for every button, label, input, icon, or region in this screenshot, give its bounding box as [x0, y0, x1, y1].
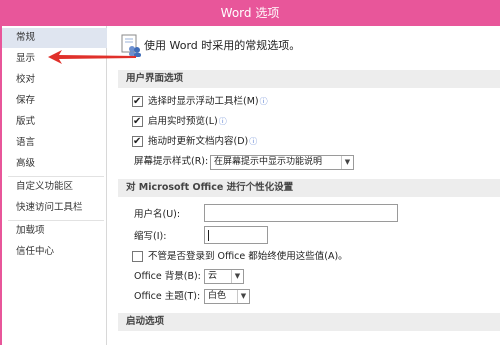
live-preview-label: 启用实时预览(L) — [148, 116, 218, 127]
mini-toolbar-label: 选择时显示浮动工具栏(M) — [148, 96, 259, 107]
live-preview-checkbox[interactable] — [132, 114, 143, 130]
update-on-drag-label: 拖动时更新文档内容(D) — [148, 136, 249, 147]
office-theme-label: Office 主题(T): — [134, 291, 201, 302]
initials-input[interactable] — [204, 226, 268, 244]
mini-toolbar-checkbox[interactable] — [132, 94, 143, 110]
option-office-background: Office 背景(B): — [118, 269, 208, 285]
office-theme-select[interactable]: 白色 ▼ — [204, 289, 250, 304]
title-bar: Word 选项 — [0, 0, 500, 26]
office-theme-value: 白色 — [208, 291, 227, 301]
sidebar-item-customize-ribbon[interactable]: 自定义功能区 — [2, 177, 107, 197]
window-title: Word 选项 — [220, 6, 280, 20]
sidebar: 常规 显示 校对 保存 版式 语言 高级 自定义功能区 快速访问工具栏 加载项 … — [2, 26, 107, 345]
office-background-label: Office 背景(B): — [134, 271, 201, 282]
sidebar-item-general[interactable]: 常规 — [2, 28, 107, 48]
sidebar-item-layout[interactable]: 版式 — [2, 112, 107, 132]
initials-label: 缩写(I): — [134, 231, 167, 242]
watermark-slogan: 助你轻松解决 — [372, 300, 444, 313]
option-mini-toolbar[interactable]: 选择时显示浮动工具栏(M)ⓘ — [118, 94, 378, 110]
option-always-use-values[interactable]: 不管是否登录到 Office 都始终使用这些值(A)。 — [118, 249, 378, 265]
sidebar-item-add-ins[interactable]: 加载项 — [2, 221, 107, 241]
annotation-arrow-icon — [48, 50, 136, 64]
section-header-personalize: 对 Microsoft Office 进行个性化设置 — [118, 179, 500, 197]
watermark-logo: 百科全说 助你轻松解决 — [363, 270, 473, 320]
info-icon: ⓘ — [218, 117, 227, 126]
username-input[interactable] — [204, 204, 398, 222]
info-icon: ⓘ — [259, 97, 268, 106]
sidebar-item-advanced[interactable]: 高级 — [2, 154, 107, 174]
option-username: 用户名(U): — [118, 207, 198, 223]
screentip-style-select[interactable]: 在屏幕提示中显示功能说明 ▼ — [210, 155, 354, 170]
option-office-theme: Office 主题(T): — [118, 289, 208, 305]
update-on-drag-checkbox[interactable] — [132, 134, 143, 150]
username-label: 用户名(U): — [134, 209, 181, 220]
office-background-select[interactable]: 云 ▼ — [204, 269, 244, 284]
section-header-ui-options: 用户界面选项 — [118, 70, 500, 88]
chevron-down-icon: ▼ — [231, 270, 243, 283]
option-live-preview[interactable]: 启用实时预览(L)ⓘ — [118, 114, 378, 130]
always-use-values-label: 不管是否登录到 Office 都始终使用这些值(A)。 — [148, 251, 348, 262]
info-icon: ⓘ — [249, 137, 258, 146]
chevron-down-icon: ▼ — [341, 156, 353, 169]
option-initials: 缩写(I): — [118, 229, 198, 245]
sidebar-item-quick-access-toolbar[interactable]: 快速访问工具栏 — [2, 198, 107, 218]
sidebar-item-proofing[interactable]: 校对 — [2, 70, 107, 90]
text-caret — [208, 230, 209, 241]
screentip-style-label: 屏幕提示样式(R): — [134, 156, 209, 167]
screentip-style-value: 在屏幕提示中显示功能说明 — [214, 157, 323, 167]
sidebar-item-save[interactable]: 保存 — [2, 91, 107, 111]
option-update-on-drag[interactable]: 拖动时更新文档内容(D)ⓘ — [118, 134, 378, 150]
chevron-down-icon: ▼ — [237, 290, 249, 303]
sidebar-item-language[interactable]: 语言 — [2, 133, 107, 153]
sidebar-item-trust-center[interactable]: 信任中心 — [2, 242, 107, 262]
watermark-brand: 百科全说 — [368, 276, 444, 297]
page-intro-text: 使用 Word 时采用的常规选项。 — [144, 39, 301, 52]
office-background-value: 云 — [208, 271, 218, 281]
always-use-values-checkbox[interactable] — [132, 251, 143, 262]
